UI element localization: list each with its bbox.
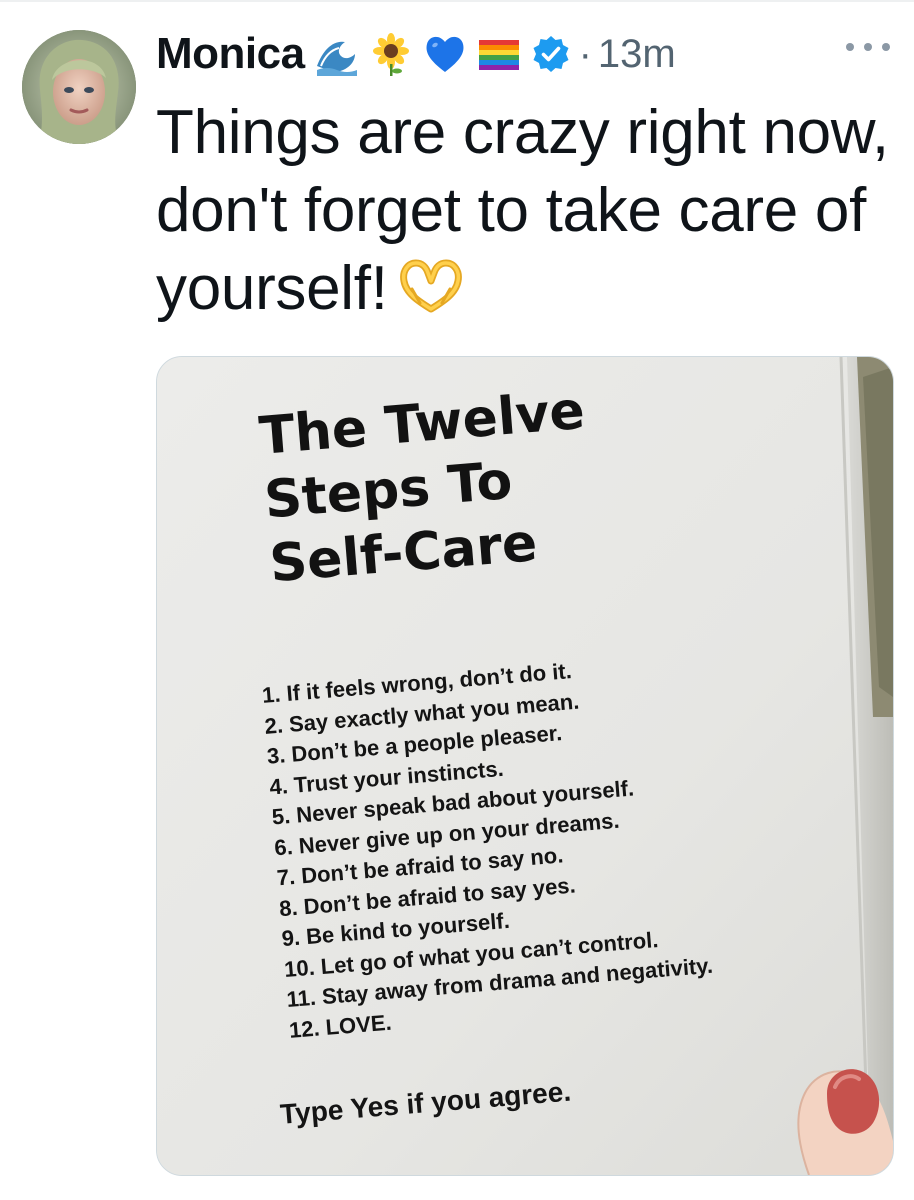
tweet-media-image[interactable]: The Twelve Steps To Self-Care 1. If it f… — [156, 356, 894, 1176]
top-divider — [0, 0, 914, 2]
rainbow-flag-emoji — [477, 32, 521, 76]
wave-emoji — [315, 32, 359, 76]
finger-nail-image — [769, 1057, 893, 1175]
avatar[interactable] — [22, 30, 136, 144]
blue-heart-emoji — [423, 32, 467, 76]
more-dot — [846, 43, 854, 51]
book-title: The Twelve Steps To Self-Care — [257, 370, 711, 597]
verified-badge-icon[interactable] — [531, 34, 571, 74]
sunflower-emoji — [369, 32, 413, 76]
more-dot — [864, 43, 872, 51]
more-options-icon[interactable] — [846, 36, 890, 58]
tweet-text: Things are crazy right now, don't forget… — [156, 94, 896, 328]
header-separator: · — [578, 31, 592, 76]
more-dot — [882, 43, 890, 51]
tweet-text-body: Things are crazy right now, don't forget… — [156, 98, 889, 323]
steps-list: 1. If it feels wrong, don’t do it. 2. Sa… — [261, 631, 893, 1046]
timestamp[interactable]: 13m — [598, 32, 676, 77]
call-to-action: Type Yes if you agree. — [279, 1075, 573, 1130]
book-page: The Twelve Steps To Self-Care 1. If it f… — [157, 357, 893, 1175]
tweet-header: Monica · 13m — [156, 24, 676, 84]
heart-hands-emoji — [398, 259, 464, 313]
author-name[interactable]: Monica — [156, 29, 305, 79]
